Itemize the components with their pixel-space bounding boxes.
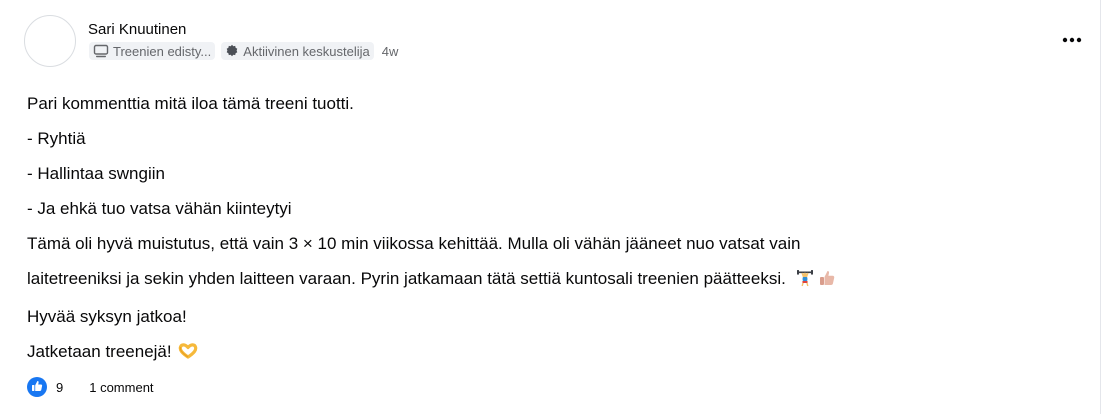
- like-count[interactable]: 9: [56, 380, 63, 395]
- avatar[interactable]: [24, 15, 76, 67]
- badge-chip-label: Aktiivinen keskustelija: [243, 43, 370, 59]
- reactions-bar: 9 1 comment: [27, 377, 154, 397]
- post-text-line-with-emoji: laitetreeniksi ja sekin yhden laitteen v…: [27, 261, 1067, 299]
- post-card: Sari Knuutinen Treenien edisty... Aktiiv…: [0, 0, 1101, 414]
- post-text-line: Hyvää syksyn jatkoa!: [27, 307, 187, 326]
- post-text-line: Pari kommenttia mitä iloa tämä treeni tu…: [27, 94, 354, 113]
- like-reaction-badge[interactable]: [27, 377, 47, 397]
- post-text-line: - Ryhtiä: [27, 129, 86, 148]
- weightlifter-emoji: [796, 264, 814, 299]
- post-text-line: - Ja ehkä tuo vatsa vähän kiinteytyi: [27, 199, 292, 218]
- heart-hands-emoji: [178, 337, 198, 372]
- badge-chip[interactable]: Aktiivinen keskustelija: [221, 42, 374, 60]
- group-chip[interactable]: Treenien edisty...: [89, 42, 216, 60]
- post-meta: Treenien edisty... Aktiivinen keskusteli…: [89, 42, 398, 60]
- post-body: Pari kommenttia mitä iloa tämä treeni tu…: [27, 86, 1067, 372]
- post-text-line-with-emoji: Jatketaan treenejä!: [27, 334, 1067, 372]
- post-time[interactable]: 4w: [382, 44, 399, 59]
- comment-count[interactable]: 1 comment: [89, 380, 153, 395]
- like-icon: [31, 380, 43, 395]
- group-chip-label: Treenien edisty...: [113, 43, 212, 59]
- thumbs-up-emoji: [818, 264, 836, 299]
- more-options-icon: [1062, 30, 1082, 48]
- post-text-line: - Hallintaa swngiin: [27, 164, 165, 183]
- post-text-line: Jatketaan treenejä!: [27, 342, 172, 361]
- group-icon: [93, 44, 109, 58]
- author-name[interactable]: Sari Knuutinen: [88, 21, 186, 38]
- badge-icon: [225, 44, 239, 58]
- more-options-button[interactable]: [1058, 28, 1086, 50]
- post-text-line: Tämä oli hyvä muistutus, että vain 3 × 1…: [27, 234, 801, 253]
- post-text-line: laitetreeniksi ja sekin yhden laitteen v…: [27, 269, 786, 288]
